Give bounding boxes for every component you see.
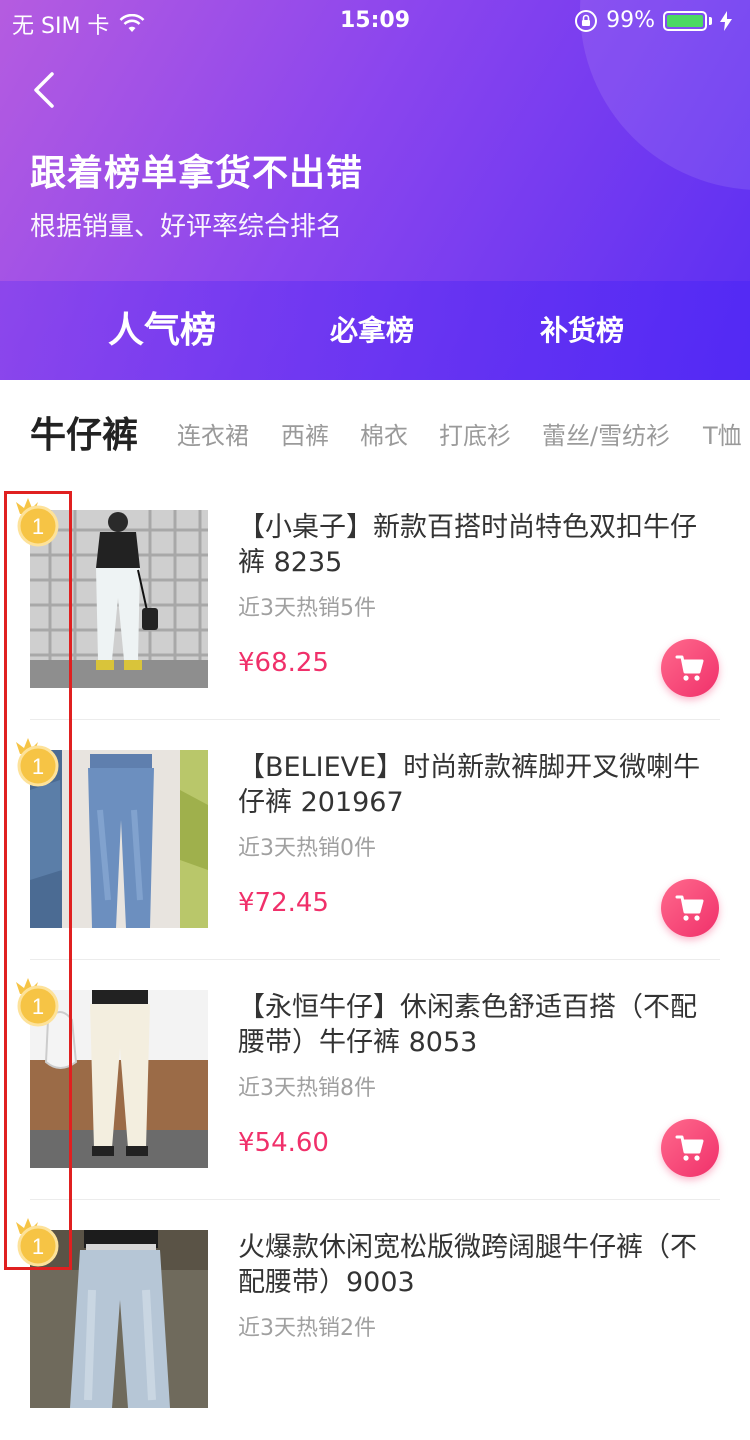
product-sales: 近3天热销5件 [238, 596, 376, 621]
product-price: ¥72.45 [238, 888, 329, 918]
cart-icon [675, 1135, 704, 1161]
bolt-icon [720, 10, 732, 31]
product-title[interactable]: 火爆款休闲宽松版微跨阔腿牛仔裤（不配腰带）9003 [238, 1230, 718, 1300]
add-to-cart-button[interactable] [661, 639, 719, 697]
product-price: ¥54.60 [238, 1128, 329, 1158]
battery-level [667, 14, 703, 27]
product-title[interactable]: 【小桌子】新款百搭时尚特色双扣牛仔裤 8235 [238, 510, 718, 580]
product-title[interactable]: 【BELIEVE】时尚新款裤脚开叉微喇牛仔裤 201967 [238, 750, 718, 820]
gold-medal-icon: 1 [16, 738, 59, 787]
category-lace-chiffon[interactable]: 蕾丝/雪纺衫 [542, 416, 670, 451]
tab-label: 补货榜 [540, 314, 625, 347]
status-bar: 无 SIM 卡 15:09 99% [0, 0, 750, 40]
list-item[interactable]: 【BELIEVE】时尚新款裤脚开叉微喇牛仔裤 201967 近3天热销0件 ¥7… [0, 720, 750, 960]
battery-percent: 99% [606, 8, 655, 33]
status-right: 99% [574, 8, 732, 33]
list-item[interactable]: 火爆款休闲宽松版微跨阔腿牛仔裤（不配腰带）9003 近3天热销2件 1 [0, 1200, 750, 1440]
battery-cap [709, 16, 712, 25]
tab-label: 人气榜 [108, 310, 217, 351]
product-sales: 近3天热销0件 [238, 836, 376, 861]
back-button[interactable] [28, 70, 68, 110]
category-jeans[interactable]: 牛仔裤 [30, 406, 138, 458]
tab-popular[interactable]: 人气榜 [100, 281, 225, 380]
add-to-cart-button[interactable] [661, 879, 719, 937]
rank-tabs: 人气榜 必拿榜 补货榜 [0, 281, 750, 380]
medal-rank: 1 [32, 1234, 44, 1259]
gold-medal-icon: 1 [16, 498, 59, 547]
battery-icon [663, 10, 707, 31]
category-tshirt[interactable]: T恤 [703, 416, 742, 451]
category-bar: 牛仔裤 连衣裙 西裤 棉衣 打底衫 蕾丝/雪纺衫 T恤 [0, 380, 750, 480]
tab-must-buy[interactable]: 必拿榜 [330, 281, 414, 380]
medal-rank: 1 [32, 514, 44, 539]
tab-restock[interactable]: 补货榜 [540, 281, 624, 380]
page-title: 跟着榜单拿货不出错 [30, 153, 364, 194]
product-price: ¥68.25 [238, 648, 329, 678]
list-item[interactable]: 【永恒牛仔】休闲素色舒适百搭（不配腰带）牛仔裤 8053 近3天热销8件 ¥54… [0, 960, 750, 1200]
product-sales: 近3天热销2件 [238, 1316, 376, 1341]
medal-rank: 1 [32, 994, 44, 1019]
product-title[interactable]: 【永恒牛仔】休闲素色舒适百搭（不配腰带）牛仔裤 8053 [238, 990, 718, 1060]
list-item[interactable]: 【小桌子】新款百搭时尚特色双扣牛仔裤 8235 近3天热销5件 ¥68.25 1 [0, 480, 750, 720]
cart-icon [675, 655, 704, 681]
category-padded-coat[interactable]: 棉衣 [360, 416, 408, 451]
cart-icon [675, 895, 704, 921]
page-subtitle: 根据销量、好评率综合排名 [30, 212, 343, 242]
product-sales: 近3天热销8件 [238, 1076, 376, 1101]
add-to-cart-button[interactable] [661, 1119, 719, 1177]
category-base-shirt[interactable]: 打底衫 [439, 416, 511, 451]
medal-rank: 1 [32, 754, 44, 779]
header: 无 SIM 卡 15:09 99% 跟着榜单拿货不出错 根据销量、好评率综合排名… [0, 0, 750, 380]
category-dress[interactable]: 连衣裙 [177, 416, 249, 451]
gold-medal-icon: 1 [16, 978, 59, 1027]
tab-label: 必拿榜 [330, 314, 415, 347]
category-trousers[interactable]: 西裤 [281, 416, 329, 451]
rotation-lock-icon [575, 9, 598, 32]
chevron-left-icon [34, 72, 54, 108]
gold-medal-icon: 1 [16, 1218, 59, 1267]
